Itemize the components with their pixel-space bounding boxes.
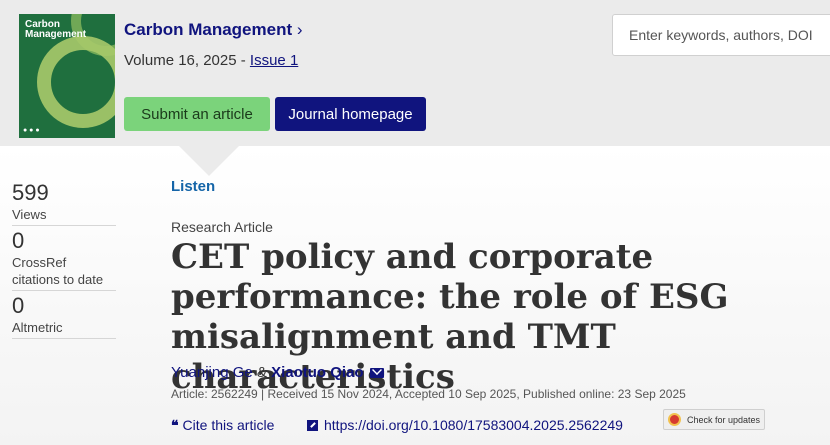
article-metrics: 599 Views 0 CrossRef citations to date 0… (12, 180, 116, 341)
crossref-label: CrossRef citations to date (12, 255, 104, 287)
cover-decor-ring (37, 36, 115, 128)
crossref-count: 0 (12, 228, 25, 253)
journal-name: Carbon Management (124, 20, 293, 39)
volume-text: Volume 16, 2025 - (124, 52, 250, 69)
search-input[interactable]: Enter keywords, authors, DOI (612, 14, 830, 56)
external-link-icon (307, 420, 318, 431)
cover-title: Carbon Management (25, 19, 87, 40)
author-link[interactable]: Xiaotuo Qiao (271, 364, 364, 381)
divider (12, 290, 116, 291)
author-list: Yuanjing Ge & Xiaotuo Qiao (171, 364, 384, 381)
divider (12, 338, 116, 339)
check-for-updates-button[interactable]: Check for updates (663, 409, 765, 430)
views-count: 599 (12, 180, 49, 205)
cite-label: Cite this article (182, 417, 275, 433)
doi-link[interactable]: https://doi.org/10.1080/17583004.2025.25… (307, 417, 623, 433)
article-type: Research Article (171, 219, 273, 235)
journal-homepage-button[interactable]: Journal homepage (275, 97, 426, 131)
views-label: Views (12, 207, 47, 222)
envelope-icon[interactable] (369, 368, 384, 378)
doi-text: https://doi.org/10.1080/17583004.2025.25… (324, 417, 623, 433)
header-notch (179, 146, 239, 176)
author-link[interactable]: Yuanjing Ge (171, 364, 253, 381)
article-dates: Article: 2562249 | Received 15 Nov 2024,… (171, 387, 686, 401)
volume-info: Volume 16, 2025 - Issue 1 (124, 52, 298, 69)
divider (12, 225, 116, 226)
altmetric-label: Altmetric (12, 320, 63, 335)
issue-link[interactable]: Issue 1 (250, 52, 298, 69)
journal-cover-image[interactable]: Carbon Management ● ● ● (19, 14, 115, 138)
submit-article-button[interactable]: Submit an article (124, 97, 270, 131)
author-separator: & (256, 364, 267, 381)
chevron-right-icon: › (296, 20, 303, 39)
check-updates-label: Check for updates (687, 414, 761, 425)
cite-article-link[interactable]: ❝ Cite this article (171, 417, 274, 434)
quote-icon: ❝ (171, 417, 179, 433)
altmetric-count: 0 (12, 293, 25, 318)
listen-button[interactable]: Listen (171, 178, 215, 195)
journal-title-link[interactable]: Carbon Management › (124, 20, 303, 40)
cover-logos: ● ● ● (23, 127, 40, 134)
crossmark-icon (668, 413, 681, 426)
